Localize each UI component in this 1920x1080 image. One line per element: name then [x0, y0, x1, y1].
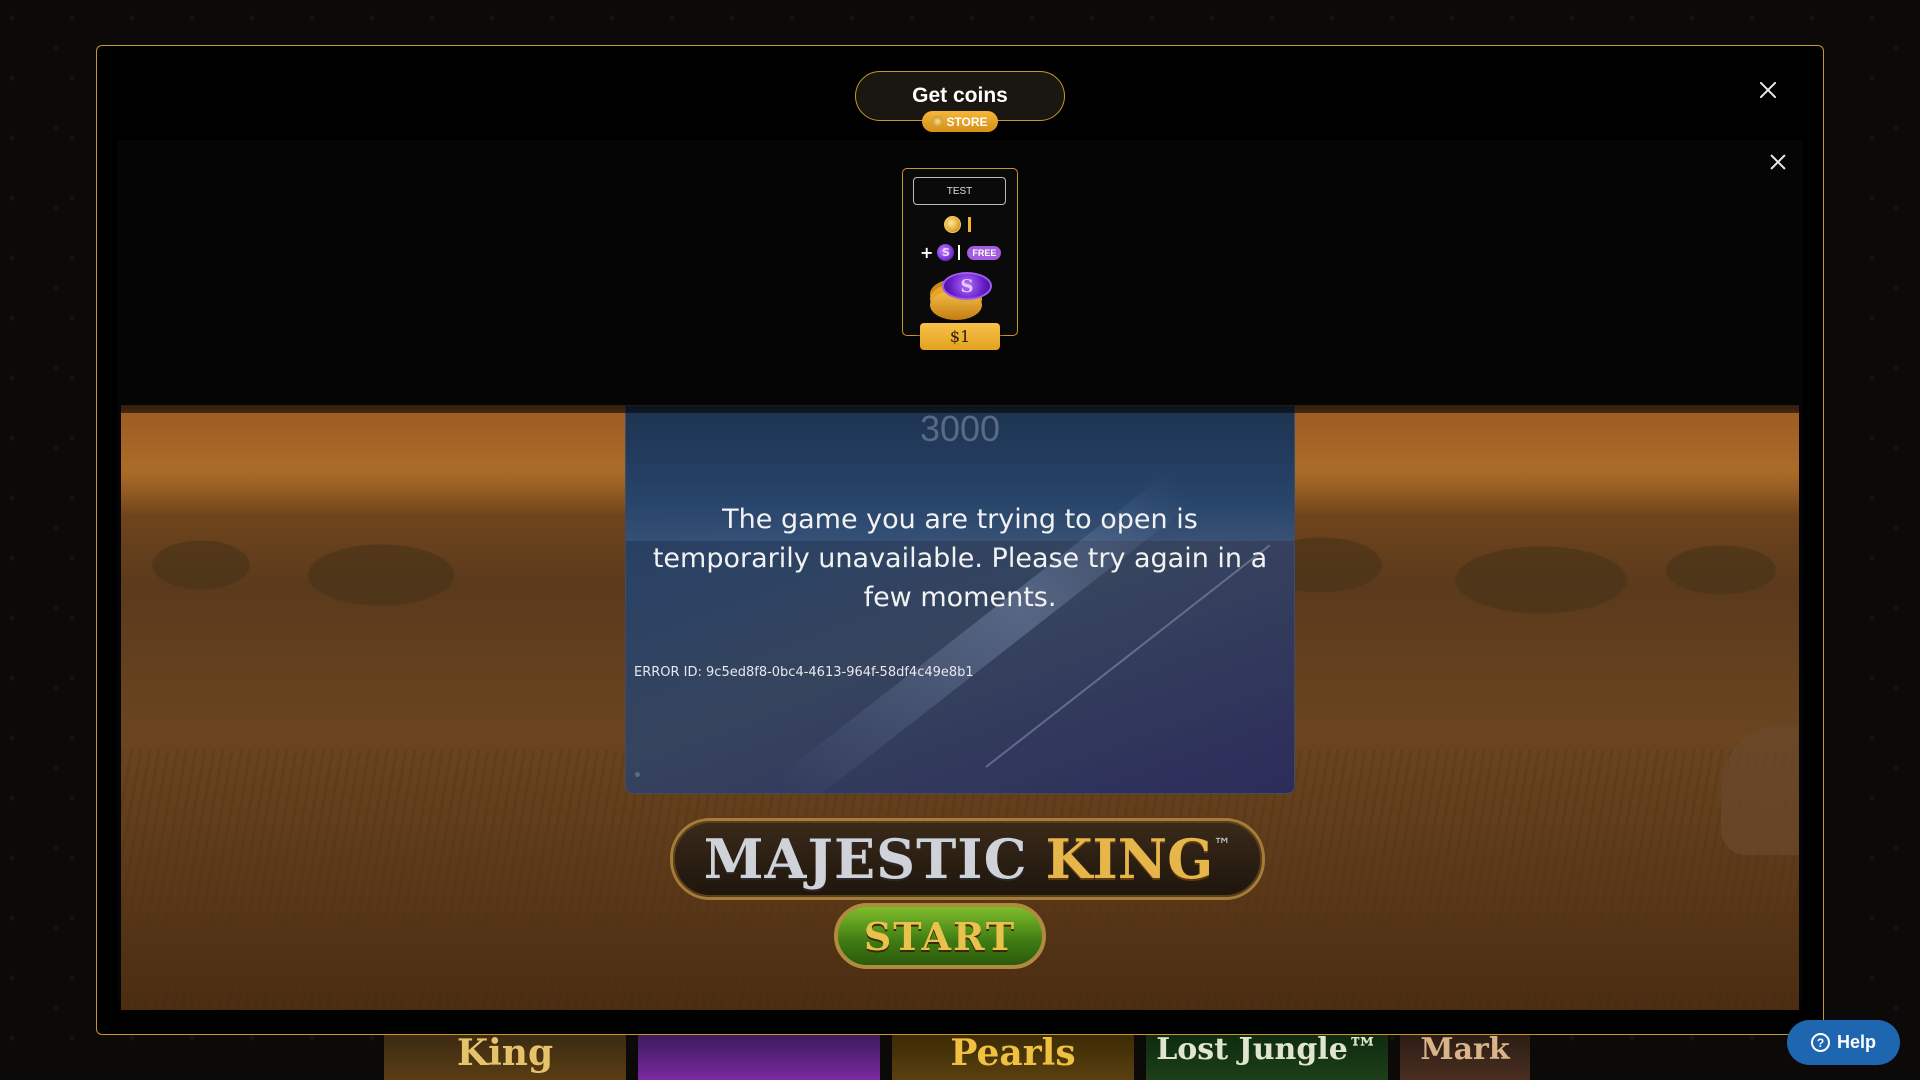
- game-thumbnail[interactable]: [638, 1033, 880, 1080]
- error-message: The game you are trying to open is tempo…: [652, 504, 1268, 613]
- error-id: ERROR ID: 9c5ed8f8-0bc4-4613-964f-58df4c…: [634, 665, 974, 680]
- coin-stack-icon: S: [928, 270, 994, 322]
- close-icon[interactable]: [1754, 76, 1782, 104]
- sweeps-coin-icon: S: [937, 244, 955, 261]
- free-badge: FREE: [967, 245, 1002, 260]
- sweeps-amount-bar: [958, 245, 961, 260]
- sweeps-coin-top: S: [942, 272, 992, 300]
- logo-word-majestic: MAJESTIC: [703, 827, 1028, 891]
- help-label: Help: [1836, 1032, 1876, 1052]
- game-thumbnail[interactable]: Mark: [1400, 1033, 1530, 1080]
- gold-coins-row: [944, 216, 971, 233]
- plus-sign: +: [920, 242, 934, 262]
- buy-price-button[interactable]: $1: [920, 323, 1000, 350]
- sweeps-coins-row: + S FREE: [920, 242, 1002, 262]
- scene-rock: [1721, 725, 1799, 855]
- logo-trademark: ™: [1213, 835, 1232, 856]
- get-coins-label: Get coins: [912, 84, 1008, 107]
- thumbnail-label: Lost Jungle™: [1156, 1033, 1378, 1067]
- close-icon[interactable]: [1766, 150, 1790, 174]
- gold-coin-icon: [944, 216, 961, 233]
- dialog-dot: [635, 772, 640, 777]
- thumbnail-label: Pearls: [950, 1033, 1076, 1074]
- start-button[interactable]: START: [834, 903, 1046, 969]
- logo-word-king: KING: [1045, 827, 1214, 891]
- game-thumbnail[interactable]: King: [384, 1033, 626, 1080]
- coin-icon: [932, 116, 944, 127]
- help-button[interactable]: ? Help: [1787, 1020, 1900, 1065]
- game-thumbnail[interactable]: Lost Jungle™: [1146, 1033, 1388, 1080]
- game-thumbnails-row: King Pearls Lost Jungle™ Mark: [384, 1033, 1530, 1080]
- store-badge: STORE: [922, 111, 998, 132]
- help-icon: ?: [1810, 1033, 1830, 1052]
- offer-tag: TEST: [913, 177, 1006, 205]
- game-logo: MAJESTIC KING ™: [670, 818, 1265, 900]
- store-badge-label: STORE: [946, 114, 988, 129]
- gold-amount-bar: [968, 217, 971, 232]
- thumbnail-label: Mark: [1420, 1033, 1510, 1067]
- game-thumbnail[interactable]: Pearls: [892, 1033, 1134, 1080]
- thumbnail-label: King: [456, 1033, 554, 1074]
